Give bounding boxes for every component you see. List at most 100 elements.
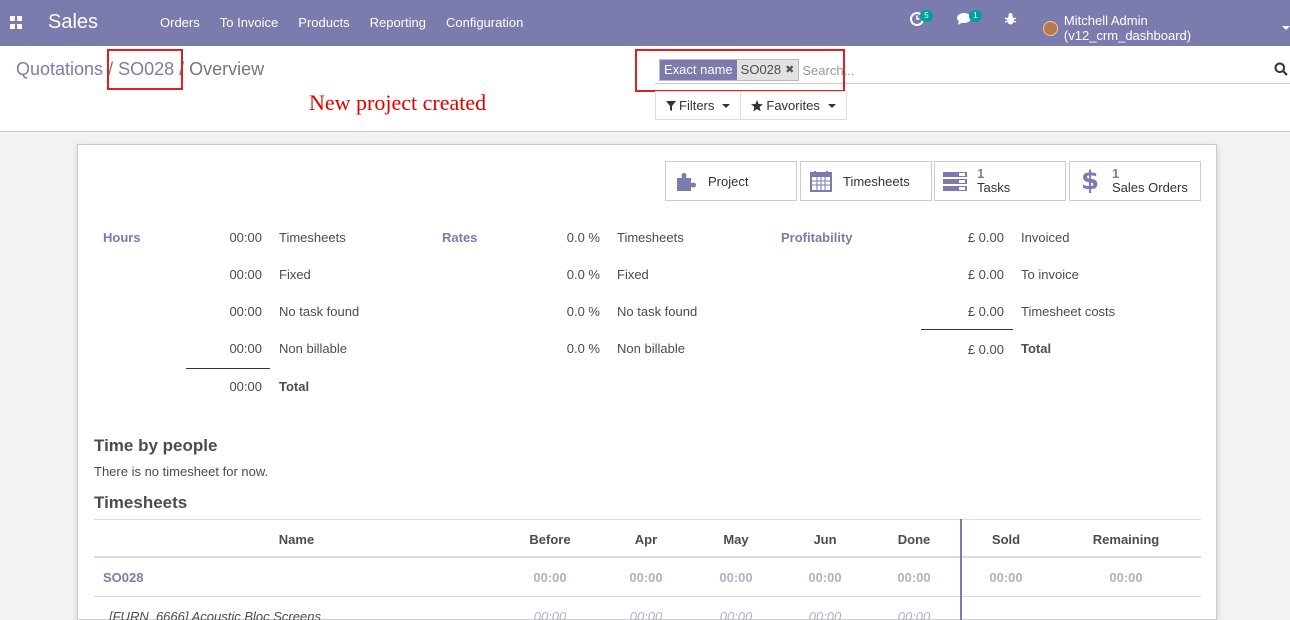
main-menu: Orders To Invoice Products Reporting Con… [150, 15, 533, 30]
rates-label: Fixed [617, 267, 649, 282]
menu-item-reporting[interactable]: Reporting [370, 15, 426, 30]
hours-total-value: 00:00 [229, 379, 262, 394]
project-label: Project [708, 173, 749, 189]
rates-value: 0.0 % [566, 267, 600, 282]
column-separator [960, 519, 962, 620]
row-name[interactable]: SO028 [103, 570, 143, 585]
row-value: 00:00 [897, 570, 931, 585]
sales-orders-label: Sales Orders [1112, 180, 1188, 195]
chevron-down-icon [722, 103, 731, 108]
row-name[interactable]: [FURN_6666] Acoustic Bloc Screens [109, 609, 321, 620]
rates-label: Timesheets [617, 230, 684, 245]
profitability-total-value: £ 0.00 [967, 342, 1004, 357]
row-value: 00:00 [629, 570, 663, 585]
messages-count-badge: 1 [969, 10, 982, 22]
filter-icon [666, 100, 676, 111]
column-header: May [723, 532, 749, 547]
rates-title: Rates [442, 230, 478, 245]
rates-value: 0.0 % [566, 304, 600, 319]
row-value: 00:00 [719, 609, 753, 620]
star-icon [751, 99, 764, 111]
tasks-button[interactable]: 1 Tasks [934, 161, 1066, 201]
project-button[interactable]: Project [665, 161, 797, 201]
avatar [1043, 20, 1058, 36]
sales-orders-button[interactable]: $ 1 Sales Orders [1069, 161, 1201, 201]
activity-button[interactable]: 5 [910, 10, 933, 29]
highlight-box-breadcrumb [107, 49, 183, 90]
rates-label: Non billable [617, 341, 685, 356]
menu-item-to-invoice[interactable]: To Invoice [220, 15, 279, 30]
time-by-people-title: Time by people [94, 436, 218, 455]
row-value: 00:00 [989, 570, 1023, 585]
search-input[interactable] [802, 62, 1223, 78]
time-by-people-empty-text: There is no timesheet for now. [94, 464, 269, 479]
filters-button[interactable]: Filters [655, 91, 742, 120]
chevron-down-icon [827, 103, 836, 108]
dollar-icon: $ [1080, 166, 1100, 196]
profitability-total-label: Total [1021, 341, 1052, 356]
app-name[interactable]: Sales [48, 11, 98, 34]
menu-item-configuration[interactable]: Configuration [446, 15, 523, 30]
column-header: Done [897, 532, 931, 547]
profitability-value: £ 0.00 [967, 267, 1004, 282]
hours-label: Timesheets [279, 230, 346, 245]
row-value: 00:00 [897, 609, 931, 620]
hours-value: 00:00 [229, 267, 262, 282]
hours-label: No task found [279, 304, 360, 319]
menu-item-orders[interactable]: Orders [160, 15, 200, 30]
highlight-box-search [635, 49, 845, 92]
tasks-count: 1 [977, 166, 985, 181]
hours-value: 00:00 [229, 304, 262, 319]
profitability-label: To invoice [1021, 267, 1079, 282]
search-icon[interactable] [1274, 62, 1288, 76]
row-value: 00:00 [808, 570, 842, 585]
chevron-down-icon [1282, 26, 1290, 30]
puzzle-icon [670, 169, 702, 193]
column-header: Before [529, 532, 571, 547]
user-menu[interactable]: Mitchell Admin (v12_crm_dashboard) [1043, 13, 1290, 43]
divider [921, 329, 1013, 330]
column-header: Name [278, 532, 315, 547]
row-value: 00:00 [719, 570, 753, 585]
rates-label: No task found [617, 304, 698, 319]
profitability-label: Invoiced [1021, 230, 1070, 245]
timesheets-title: Timesheets [94, 493, 188, 512]
search-options: Filters Favorites [655, 91, 847, 120]
column-header: Jun [813, 532, 837, 547]
apps-menu-icon[interactable] [10, 16, 23, 29]
timesheets-label: Timesheets [843, 173, 910, 189]
breadcrumb-current: Overview [189, 59, 265, 79]
activity-count-badge: 5 [920, 10, 933, 22]
hours-title: Hours [103, 230, 141, 245]
column-header: Sold [991, 532, 1021, 547]
overview-sheet: Project Timesheets 1 Tasks $ 1 Sales Order… [77, 144, 1217, 620]
row-value: 00:00 [533, 570, 567, 585]
table-row[interactable]: [FURN_6666] Acoustic Bloc Screens 00:00 … [94, 597, 1201, 620]
calendar-icon [805, 169, 837, 193]
sales-orders-stat: 1 Sales Orders [1112, 167, 1188, 195]
row-value: 00:00 [533, 609, 567, 620]
control-panel: Quotations / SO028 / Overview New projec… [0, 46, 1290, 132]
bug-icon [1004, 13, 1017, 25]
messages-button[interactable]: 1 [957, 10, 982, 29]
rates-value: 0.0 % [566, 230, 600, 245]
profitability-value: £ 0.00 [967, 230, 1004, 245]
annotation-text: New project created [309, 90, 487, 115]
breadcrumb-quotations[interactable]: Quotations [16, 59, 103, 79]
divider [186, 368, 270, 369]
user-name: Mitchell Admin (v12_crm_dashboard) [1063, 13, 1192, 43]
sales-orders-count: 1 [1112, 166, 1120, 181]
rates-value: 0.0 % [566, 341, 600, 356]
timesheets-button[interactable]: Timesheets [800, 161, 932, 201]
row-value: 00:00 [1109, 570, 1143, 585]
debug-button[interactable] [1004, 12, 1017, 29]
table-header: Name Before Apr May Jun Done Sold Remain… [94, 519, 1201, 558]
favorites-button[interactable]: Favorites [741, 91, 847, 120]
table-row[interactable]: SO028 00:00 00:00 00:00 00:00 00:00 00:0… [94, 558, 1201, 597]
hours-label: Fixed [279, 267, 311, 282]
profitability-label: Timesheet costs [1021, 304, 1116, 319]
hours-label: Non billable [279, 341, 347, 356]
top-navbar: Sales Orders To Invoice Products Reporti… [0, 0, 1290, 46]
favorites-label: Favorites [766, 98, 820, 113]
menu-item-products[interactable]: Products [298, 15, 349, 30]
